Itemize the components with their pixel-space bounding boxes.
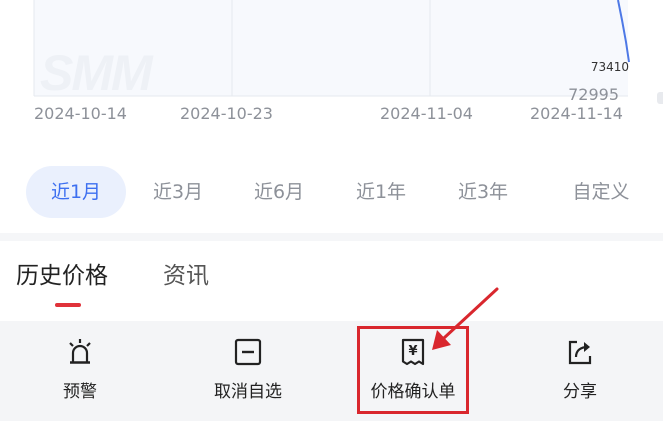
section-divider	[0, 233, 663, 241]
minus-square-icon	[233, 337, 263, 367]
share-button[interactable]: 分享	[520, 321, 640, 421]
smm-watermark: SMM	[40, 45, 153, 101]
range-1-month[interactable]: 近1月	[26, 166, 126, 218]
range-6-months[interactable]: 近6月	[231, 166, 327, 218]
x-tick-label: 2024-10-23	[180, 104, 273, 123]
x-tick-label: 2024-11-14	[530, 104, 623, 123]
x-tick-label: 2024-10-14	[34, 104, 127, 123]
range-1-year[interactable]: 近1年	[333, 166, 429, 218]
value-label-high: 73410	[590, 60, 629, 74]
alert-label: 预警	[63, 382, 97, 402]
range-3-months[interactable]: 近3月	[130, 166, 226, 218]
share-icon	[565, 337, 595, 367]
scroll-edge-handle[interactable]	[657, 92, 663, 104]
x-tick-label: 2024-11-04	[380, 104, 473, 123]
remove-watchlist-label: 取消自选	[214, 382, 282, 402]
share-label: 分享	[563, 382, 597, 402]
value-label-low: 72995	[568, 85, 619, 104]
tab-active-indicator	[55, 303, 81, 307]
alert-button[interactable]: 预警	[20, 321, 140, 421]
tab-news[interactable]: 资讯	[163, 256, 209, 290]
range-custom[interactable]: 自定义	[543, 166, 659, 218]
time-range-selector: 近1月 近3月 近6月 近1年 近3年 自定义	[0, 166, 663, 218]
highlight-box	[357, 326, 469, 414]
alarm-light-icon	[65, 337, 95, 367]
tab-price-history[interactable]: 历史价格	[16, 256, 108, 290]
remove-watchlist-button[interactable]: 取消自选	[188, 321, 308, 421]
range-3-years[interactable]: 近3年	[435, 166, 531, 218]
bottom-toolbar: 预警 取消自选 ¥ 价格确认单 分享	[0, 321, 663, 421]
price-chart: SMM 2024-10-14 2024-10-23 2024-11-04 202…	[0, 0, 663, 135]
